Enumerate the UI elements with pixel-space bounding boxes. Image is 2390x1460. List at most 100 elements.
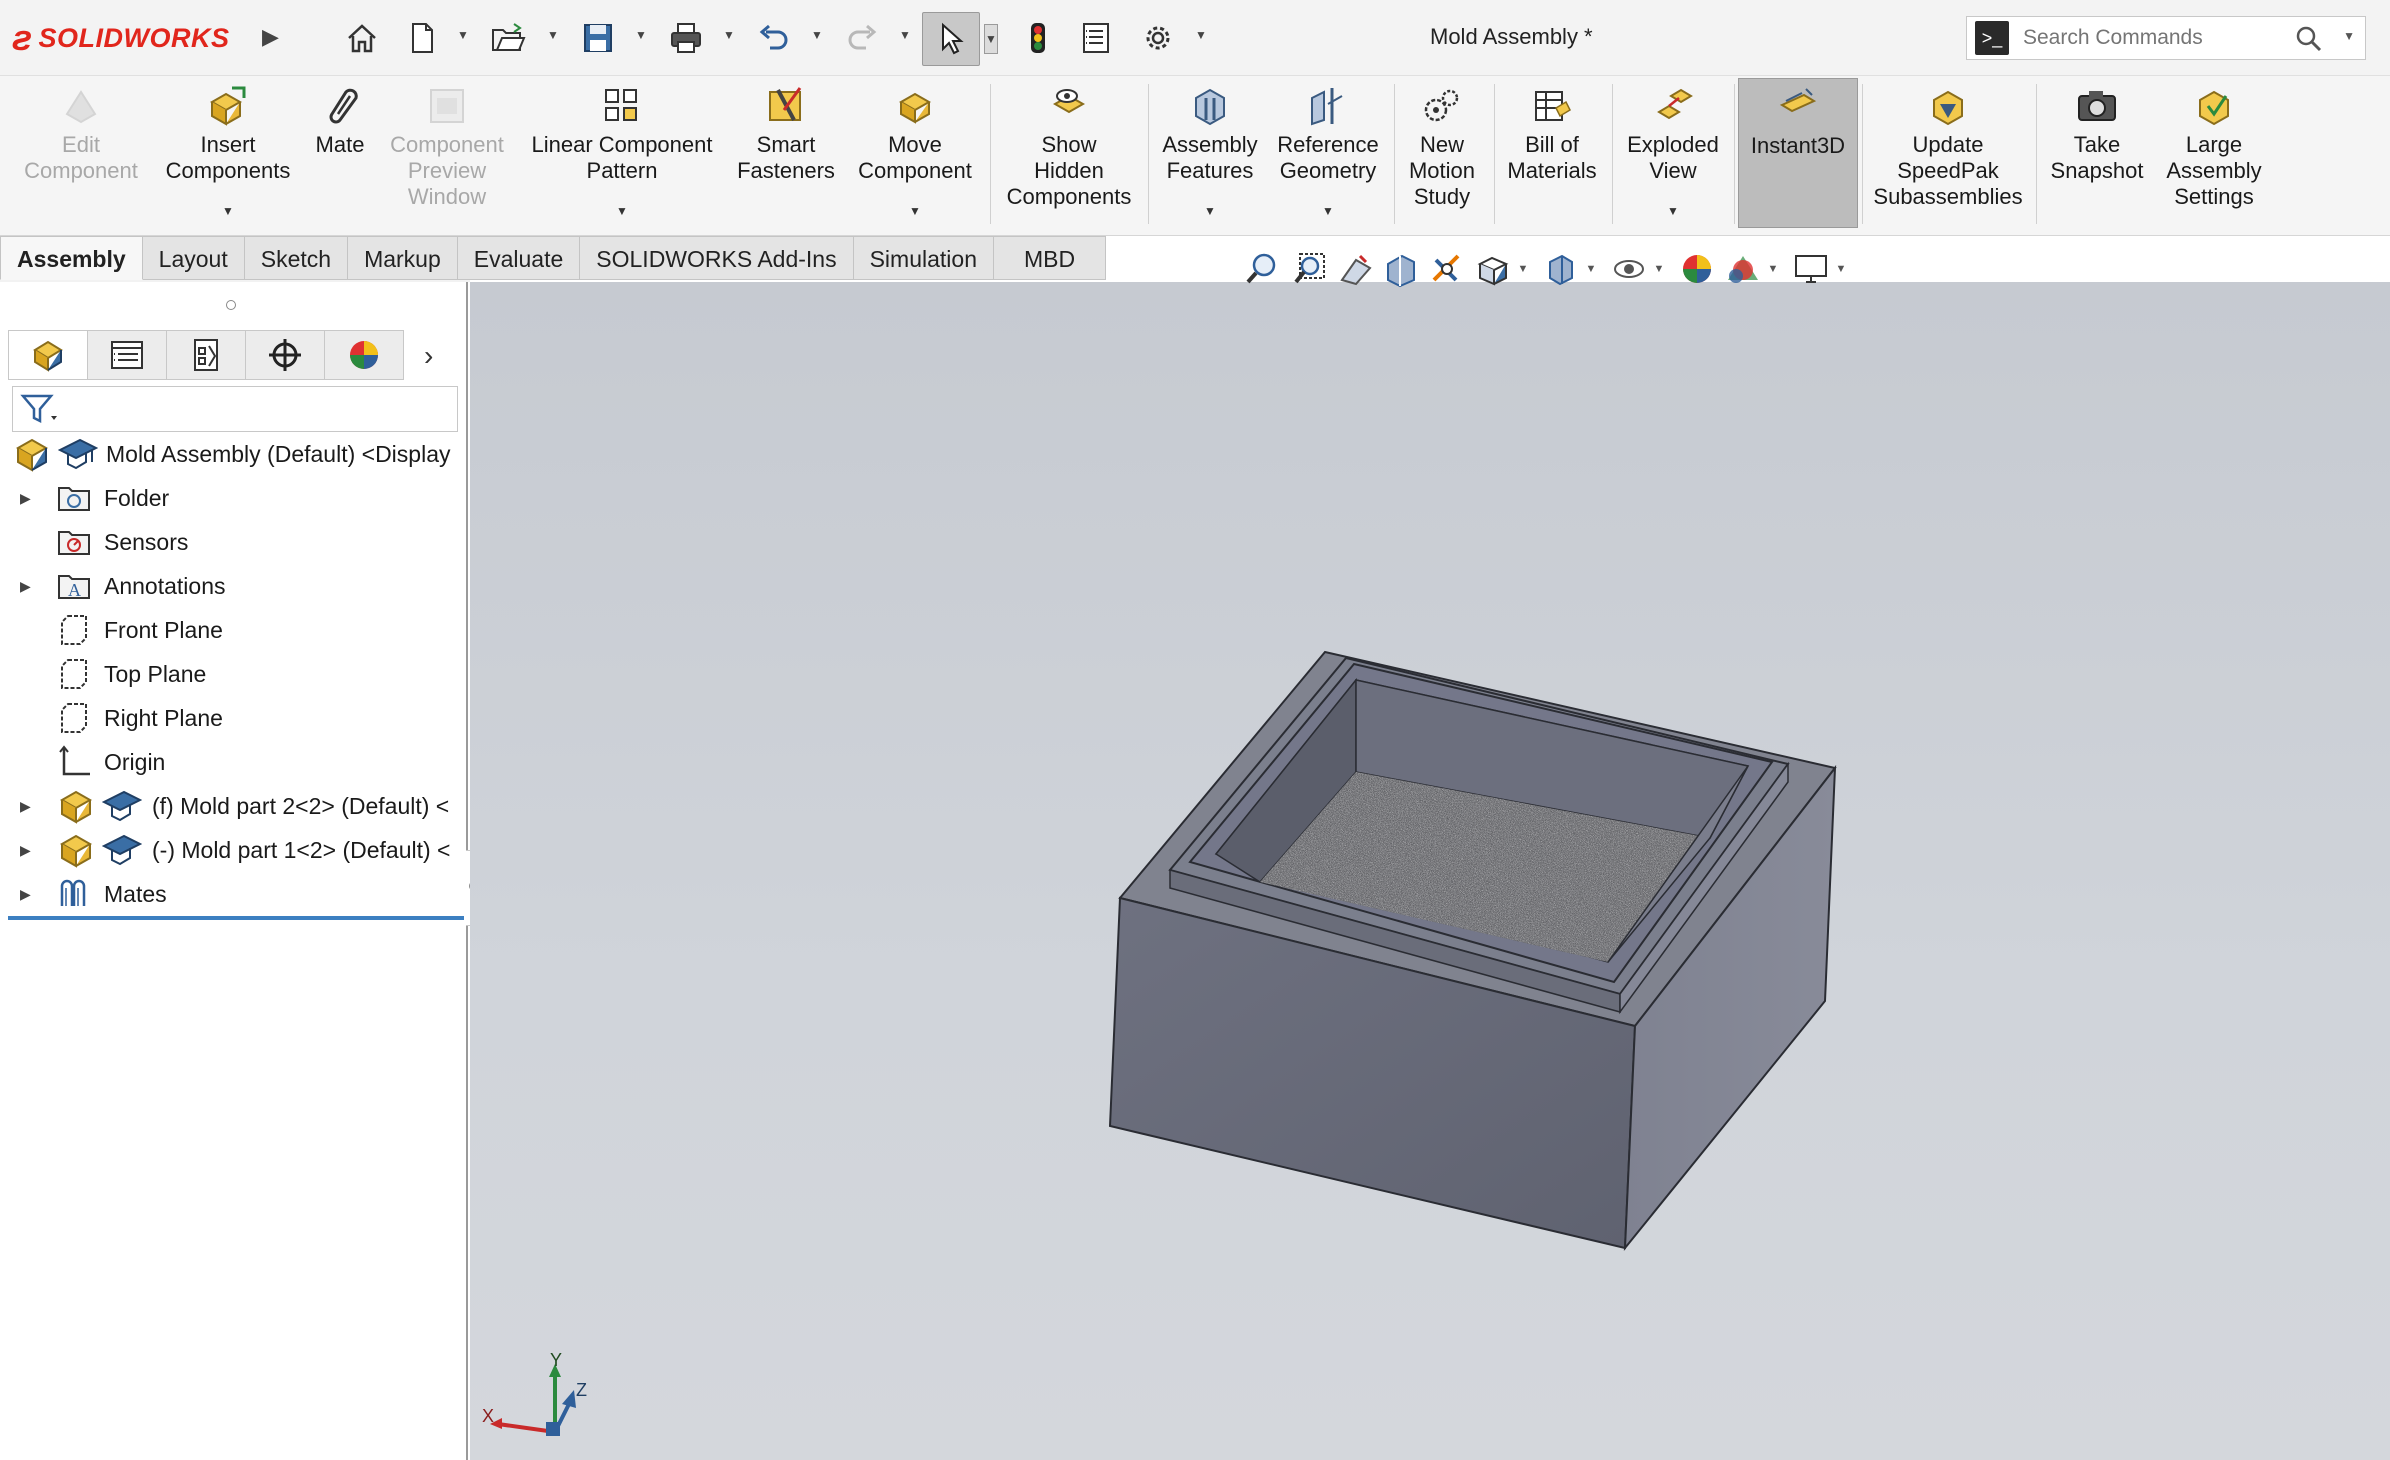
tree-filter[interactable] [12,386,458,432]
manager-tabs [8,330,458,380]
dropdown-arrow-icon[interactable]: ▼ [222,198,234,224]
dimxpertmanager-tab[interactable] [245,330,325,380]
edit-component-button[interactable]: Edit Component [12,78,150,228]
undo-icon[interactable] [752,16,796,60]
tab-simulation[interactable]: Simulation [853,236,994,280]
undo-dropdown-icon[interactable]: ▼ [810,28,824,48]
tree-item-label: Top Plane [104,660,207,687]
displaymanager-tab[interactable] [324,330,404,380]
hide-show-dropdown-icon[interactable]: ▼ [1652,263,1666,275]
search-input[interactable] [2023,26,2293,50]
panel-grip-icon[interactable] [226,300,236,310]
tree-item-mates[interactable]: ▶ Mates [0,872,466,916]
tab-mbd[interactable]: MBD [993,236,1107,280]
button-label: Linear Component Pattern [531,132,713,183]
expand-arrow-icon[interactable]: ▶ [20,578,36,595]
part-icon [59,790,93,824]
bill-of-materials-button[interactable]: Bill of Materials [1498,78,1606,228]
tree-item-mold-part-1[interactable]: ▶ (-) Mold part 1<2> (Default) < [0,828,466,872]
tree-item-front-plane[interactable]: Front Plane [0,608,466,652]
view-settings-dropdown-icon[interactable]: ▼ [1834,263,1848,275]
tree-item-right-plane[interactable]: Right Plane [0,696,466,740]
search-dropdown-icon[interactable]: ▼ [2343,29,2355,43]
expand-arrow-icon[interactable]: ▶ [20,886,36,903]
linear-component-pattern-button[interactable]: Linear Component Pattern ▼ [520,78,724,228]
display-style-dropdown-icon[interactable]: ▼ [1584,263,1598,275]
print-icon[interactable] [664,16,708,60]
save-dropdown-icon[interactable]: ▼ [634,28,648,48]
apply-scene-dropdown-icon[interactable]: ▼ [1766,263,1780,275]
insert-components-button[interactable]: Insert Components ▼ [158,78,298,228]
new-motion-study-button[interactable]: New Motion Study [1398,78,1486,228]
move-component-button[interactable]: Move Component ▼ [850,78,980,228]
featuremanager-tab[interactable] [8,330,88,380]
instant3d-button[interactable]: Instant3D [1738,78,1858,228]
tab-sketch[interactable]: Sketch [244,236,349,280]
dropdown-arrow-icon[interactable]: ▼ [1322,198,1334,224]
tree-item-origin[interactable]: Origin [0,740,466,784]
tree-item-folder[interactable]: ▶ Folder [0,476,466,520]
propertymanager-tab[interactable] [87,330,167,380]
search-commands[interactable]: >_ ▼ [1966,16,2366,60]
print-dropdown-icon[interactable]: ▼ [722,28,736,48]
component-preview-window-button[interactable]: Component Preview Window [382,78,512,228]
smart-fasteners-button[interactable]: Smart Fasteners [730,78,842,228]
configurationmanager-tab[interactable] [166,330,246,380]
solidworks-logo[interactable]: ƨ SOLIDWORKS [12,14,230,62]
button-label: Reference Geometry [1277,132,1379,183]
tree-item-top-plane[interactable]: Top Plane [0,652,466,696]
large-assembly-settings-button[interactable]: Large Assembly Settings [2160,78,2268,228]
tree-item-sensors[interactable]: Sensors [0,520,466,564]
tree-item-label: Sensors [104,528,189,555]
exploded-view-button[interactable]: Exploded View ▼ [1618,78,1728,228]
search-icon[interactable] [2295,25,2323,58]
take-snapshot-button[interactable]: Take Snapshot [2042,78,2152,228]
brand-suffix: WORKS [123,22,230,53]
tree-item-annotations[interactable]: ▶ A Annotations [0,564,466,608]
tab-assembly[interactable]: Assembly [0,236,143,280]
new-document-icon[interactable] [400,16,444,60]
tab-addins[interactable]: SOLIDWORKS Add-Ins [580,236,854,280]
open-dropdown-icon[interactable]: ▼ [546,28,560,48]
open-icon[interactable] [486,16,530,60]
mate-button[interactable]: Mate [304,78,376,228]
menu-flyout-icon[interactable]: ▶ [262,24,282,52]
dropdown-arrow-icon[interactable]: ▼ [909,198,921,224]
expand-arrow-icon[interactable]: ▶ [20,798,36,815]
configurationmanager-icon [194,339,218,371]
propertymanager-icon [111,341,143,369]
save-icon[interactable] [576,16,620,60]
file-properties-icon[interactable] [1074,16,1118,60]
expand-arrow-icon[interactable]: ▶ [20,842,36,859]
rebuild-icon[interactable] [1016,16,1060,60]
tab-layout[interactable]: Layout [142,236,245,280]
tab-evaluate[interactable]: Evaluate [457,236,581,280]
assembly-features-icon [1195,88,1225,126]
dropdown-arrow-icon[interactable]: ▼ [1667,198,1679,224]
dropdown-arrow-icon[interactable]: ▼ [616,198,628,224]
options-dropdown-icon[interactable]: ▼ [1194,28,1208,48]
reference-geometry-button[interactable]: Reference Geometry ▼ [1270,78,1386,228]
graphics-area[interactable]: ▼ ▼ ▼ ▼ ▼ Y X Z [470,253,2390,1460]
view-orientation-dropdown-icon[interactable]: ▼ [1516,263,1530,275]
assembly-features-button[interactable]: Assembly Features ▼ [1156,78,1264,228]
filter-icon [20,394,57,424]
tree-item-mold-part-2[interactable]: ▶ (f) Mold part 2<2> (Default) < [0,784,466,828]
tab-markup[interactable]: Markup [348,236,458,280]
expand-arrow-icon[interactable]: ▶ [20,490,36,507]
mold-assembly-model[interactable] [470,282,2390,1460]
edit-component-icon [65,90,97,124]
dropdown-arrow-icon[interactable]: ▼ [1204,198,1216,224]
show-hidden-components-button[interactable]: Show Hidden Components [996,78,1142,228]
redo-icon[interactable] [840,16,884,60]
home-icon[interactable] [340,16,384,60]
new-dropdown-icon[interactable]: ▼ [456,28,470,48]
update-speedpak-button[interactable]: Update SpeedPak Subassemblies [1868,78,2028,228]
options-icon[interactable] [1136,16,1180,60]
rollback-bar[interactable] [8,916,464,920]
redo-dropdown-icon[interactable]: ▼ [898,28,912,48]
tree-root-mold-assembly[interactable]: Mold Assembly (Default) <Display [0,432,466,476]
select-dropdown-icon[interactable]: ▼ [984,24,998,54]
more-tabs-chevron-icon[interactable]: › [424,340,433,372]
select-icon[interactable] [922,12,980,66]
